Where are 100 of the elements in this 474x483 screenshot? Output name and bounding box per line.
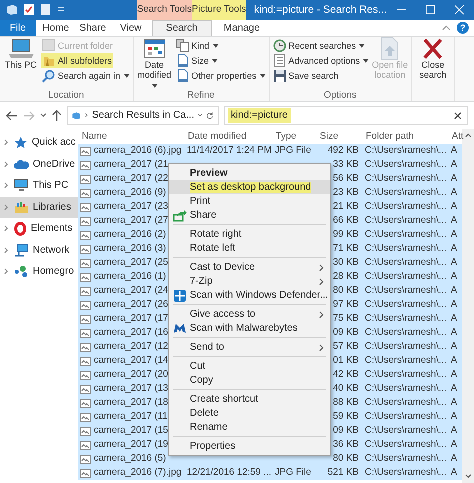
size-cell: 23 KB: [333, 187, 359, 198]
attribute-cell: A: [451, 145, 458, 156]
size-cell: 88 KB: [333, 397, 359, 408]
path-cell: C:\Users\ramesh\...: [365, 439, 447, 450]
size-cell: 492 KB: [328, 145, 359, 156]
search-query: kind:=picture: [228, 108, 291, 123]
type-cell: JPG File: [275, 145, 312, 156]
size-cell: 21 KB: [333, 201, 359, 212]
size-cell: 80 KB: [333, 285, 359, 296]
file-name: camera_2016 (2): [94, 228, 166, 242]
date-cell: 11/14/2017 1:24 PM: [187, 145, 272, 156]
attribute-cell: A: [451, 229, 458, 240]
file-name: camera_2017 (15: [94, 424, 168, 438]
size-cell: 01 KB: [333, 355, 359, 366]
size-cell: 09 KB: [333, 327, 359, 338]
attribute-cell: A: [451, 369, 458, 380]
attribute-cell: A: [451, 299, 458, 310]
size-cell: 36 KB: [333, 439, 359, 450]
size-cell: 71 KB: [333, 243, 359, 254]
file-name: camera_2017 (22: [94, 172, 168, 186]
path-cell: C:\Users\ramesh\...: [365, 341, 447, 352]
file-name: camera_2016 (3): [94, 242, 166, 256]
attribute-cell: A: [451, 173, 458, 184]
file-name: camera_2016 (7).jpg: [94, 466, 182, 480]
path-cell: C:\Users\ramesh\...: [365, 397, 447, 408]
size-cell: 97 KB: [333, 299, 359, 310]
file-name: camera_2017 (13: [94, 382, 168, 396]
attribute-cell: A: [451, 411, 458, 422]
file-name: camera_2017 (24: [94, 284, 168, 298]
file-name: camera_2017 (12: [94, 340, 168, 354]
file-name: camera_2017 (18: [94, 396, 168, 410]
file-name: camera_2017 (11: [94, 410, 168, 424]
file-name: camera_2017 (21: [94, 158, 168, 172]
path-cell: C:\Users\ramesh\...: [365, 425, 447, 436]
attribute-cell: A: [451, 187, 458, 198]
attribute-cell: A: [451, 201, 458, 212]
file-name: camera_2017 (14: [94, 354, 168, 368]
attribute-cell: A: [451, 467, 458, 478]
size-cell: 75 KB: [333, 313, 359, 324]
path-cell: C:\Users\ramesh\...: [365, 243, 447, 254]
file-name: camera_2017 (27: [94, 214, 168, 228]
size-cell: 57 KB: [333, 341, 359, 352]
size-cell: 99 KB: [333, 229, 359, 240]
group-label: Location: [47, 90, 86, 101]
attribute-cell: A: [451, 243, 458, 254]
path-cell: C:\Users\ramesh\...: [365, 201, 447, 212]
file-name: camera_2017 (17: [94, 312, 168, 326]
type-cell: JPG File: [275, 467, 312, 478]
path-cell: C:\Users\ramesh\...: [365, 383, 447, 394]
path-cell: C:\Users\ramesh\...: [365, 411, 447, 422]
size-cell: 66 KB: [333, 215, 359, 226]
file-name: camera_2016 (5): [94, 452, 166, 466]
size-cell: 56 KB: [333, 173, 359, 184]
path-cell: C:\Users\ramesh\...: [365, 187, 447, 198]
file-name: camera_2016 (1): [94, 270, 166, 284]
path-cell: C:\Users\ramesh\...: [365, 327, 447, 338]
size-cell: 521 KB: [328, 467, 359, 478]
size-cell: 80 KB: [333, 453, 359, 464]
attribute-cell: A: [451, 439, 458, 450]
attribute-cell: A: [451, 257, 458, 268]
path-cell: C:\Users\ramesh\...: [365, 467, 447, 478]
attribute-cell: A: [451, 285, 458, 296]
contextual-tab-header: Search Tools: [137, 0, 192, 20]
file-name: camera_2017 (26: [94, 298, 168, 312]
path-cell: C:\Users\ramesh\...: [365, 257, 447, 268]
file-name: camera_2017 (25: [94, 256, 168, 270]
file-name: camera_2016 (6).jpg: [94, 144, 182, 158]
group-label: Refine: [186, 90, 216, 101]
file-name: camera_2017 (20: [94, 368, 168, 382]
path-cell: C:\Users\ramesh\...: [365, 145, 447, 156]
file-name: camera_2016 (9): [94, 186, 166, 200]
path-cell: C:\Users\ramesh\...: [365, 271, 447, 282]
path-cell: C:\Users\ramesh\...: [365, 369, 447, 380]
contextual-tab-header: Picture Tools: [192, 0, 246, 20]
attribute-cell: A: [451, 397, 458, 408]
file-name: camera_2017 (19: [94, 438, 168, 452]
path-cell: C:\Users\ramesh\...: [365, 355, 447, 366]
attribute-cell: A: [451, 425, 458, 436]
size-cell: 33 KB: [333, 159, 359, 170]
path-cell: C:\Users\ramesh\...: [365, 299, 447, 310]
size-cell: 28 KB: [333, 271, 359, 282]
group-label: Options: [322, 90, 358, 101]
address-path: Search Results in Ca...: [92, 110, 194, 121]
attribute-cell: A: [451, 271, 458, 282]
size-cell: 40 KB: [333, 383, 359, 394]
file-name: camera_2017 (16: [94, 326, 168, 340]
attribute-cell: A: [451, 383, 458, 394]
path-cell: C:\Users\ramesh\...: [365, 159, 447, 170]
path-cell: C:\Users\ramesh\...: [365, 313, 447, 324]
attribute-cell: A: [451, 355, 458, 366]
size-cell: 59 KB: [333, 411, 359, 422]
size-cell: 30 KB: [333, 257, 359, 268]
attribute-cell: A: [451, 215, 458, 226]
path-cell: C:\Users\ramesh\...: [365, 173, 447, 184]
attribute-cell: A: [451, 341, 458, 352]
path-cell: C:\Users\ramesh\...: [365, 215, 447, 226]
attribute-cell: A: [451, 453, 458, 464]
path-cell: C:\Users\ramesh\...: [365, 285, 447, 296]
attribute-cell: A: [451, 313, 458, 324]
attribute-cell: A: [451, 159, 458, 170]
